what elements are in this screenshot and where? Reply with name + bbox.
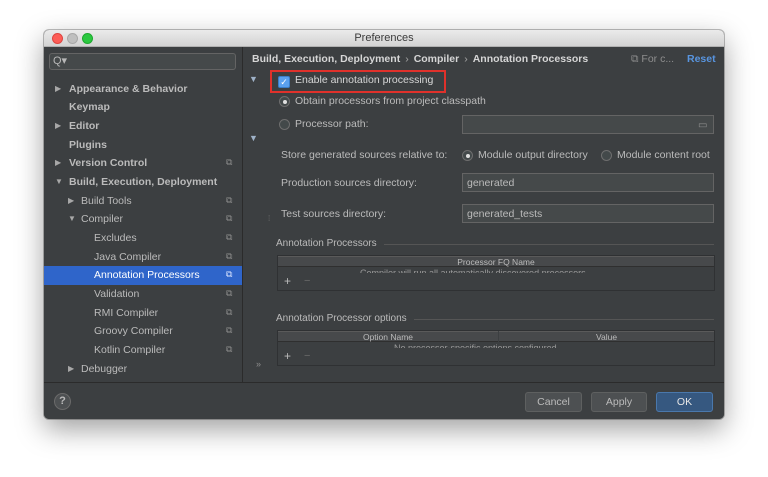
section-divider: [384, 244, 714, 245]
sidebar-item-appearance[interactable]: ▶ Appearance & Behavior: [44, 80, 242, 99]
cancel-button[interactable]: Cancel: [525, 392, 582, 412]
chevron-down-icon: ▼: [68, 214, 76, 223]
store-generated-label: Store generated sources relative to:: [281, 149, 448, 161]
project-icon: ⧉: [226, 325, 233, 335]
chevron-right-icon: ▶: [68, 364, 75, 373]
chevron-right-icon: ▶: [55, 121, 62, 130]
double-chevron-right-icon[interactable]: »: [256, 359, 261, 369]
reset-link[interactable]: Reset: [687, 53, 716, 65]
sidebar-item-excludes[interactable]: Excludes ⧉: [44, 229, 242, 248]
sidebar-item-groovy-compiler[interactable]: Groovy Compiler ⧉: [44, 322, 242, 341]
sidebar-item-rmi-compiler[interactable]: RMI Compiler ⧉: [44, 304, 242, 323]
search-icon: Q▾: [53, 55, 68, 67]
breadcrumb: Build, Execution, Deployment › Compiler › An…: [252, 53, 588, 65]
project-icon: ⧉: [226, 195, 233, 205]
chevron-right-icon: ▶: [68, 196, 75, 205]
section-divider: [414, 319, 714, 320]
project-icon: ⧉: [226, 251, 233, 261]
module-output-radio[interactable]: [462, 150, 473, 161]
project-icon: ⧉: [226, 213, 233, 223]
processor-path-label: Processor path:: [295, 118, 369, 130]
chevron-right-icon: ▶: [55, 158, 62, 167]
for-current-project: ⧉ For c...: [631, 53, 675, 65]
project-icon: ⧉: [226, 288, 233, 298]
breadcrumb-item: Compiler: [413, 53, 460, 65]
chevron-down-icon: ▼: [55, 177, 63, 186]
search-input[interactable]: Q▾: [49, 53, 236, 70]
processor-fq-name-column[interactable]: Processor FQ Name: [278, 256, 714, 267]
project-icon: ⧉: [226, 232, 233, 242]
remove-option-button[interactable]: −: [304, 350, 310, 362]
drag-handle-icon: ⁞: [268, 214, 271, 223]
production-sources-input[interactable]: generated: [462, 173, 714, 192]
obtain-from-classpath-radio[interactable]: [279, 96, 290, 107]
sidebar-item-annotation-processors[interactable]: Annotation Processors ⧉: [44, 266, 242, 285]
help-button[interactable]: ?: [54, 393, 71, 410]
sidebar-item-java-compiler[interactable]: Java Compiler ⧉: [44, 248, 242, 267]
preferences-window: Preferences Q▾ ▶ Appearance & Behavior K…: [44, 30, 724, 419]
processor-path-field[interactable]: [462, 115, 714, 134]
project-icon: ⧉: [226, 307, 233, 317]
sidebar-item-debugger[interactable]: ▶ Debugger: [44, 360, 242, 379]
sidebar-item-editor[interactable]: ▶ Editor: [44, 117, 242, 136]
module-output-label: Module output directory: [478, 149, 588, 161]
obtain-from-classpath-label: Obtain processors from project classpath: [295, 95, 486, 107]
fold-down-icon[interactable]: ▼: [249, 74, 258, 84]
add-option-button[interactable]: +: [284, 349, 291, 363]
breadcrumb-item: Annotation Processors: [472, 53, 589, 65]
chevron-right-icon: ▶: [55, 84, 62, 93]
option-name-column[interactable]: Option Name: [278, 331, 498, 342]
project-icon: ⧉: [226, 344, 233, 354]
project-icon: ⧉: [631, 53, 642, 65]
project-icon: ⧉: [226, 157, 233, 167]
fold-down-icon[interactable]: ▼: [249, 133, 258, 143]
dialog-button-bar: ? Cancel Apply OK: [44, 382, 724, 419]
breadcrumb-item: Build, Execution, Deployment: [252, 53, 401, 65]
enable-annotation-processing-checkbox[interactable]: ✓: [278, 76, 290, 88]
test-sources-label: Test sources directory:: [281, 208, 387, 220]
project-icon: ⧉: [226, 269, 233, 279]
test-sources-input[interactable]: generated_tests: [462, 204, 714, 223]
window-title: Preferences: [354, 32, 414, 44]
sidebar-item-build-execution[interactable]: ▼ Build, Execution, Deployment: [44, 173, 242, 192]
sidebar-item-compiler[interactable]: ▼ Compiler ⧉: [44, 210, 242, 229]
sidebar-item-kotlin-compiler[interactable]: Kotlin Compiler ⧉: [44, 341, 242, 360]
enable-annotation-processing-label: Enable annotation processing: [295, 74, 434, 86]
annotation-processors-heading: Annotation Processors: [276, 238, 377, 249]
remove-processor-button[interactable]: −: [304, 275, 310, 287]
sidebar-item-build-tools[interactable]: ▶ Build Tools ⧉: [44, 192, 242, 211]
options-empty-text: No processor-specific options configured: [394, 343, 557, 348]
fold-gutter: [243, 47, 265, 382]
processor-path-radio[interactable]: [279, 119, 290, 130]
breadcrumb-separator-icon: ›: [464, 53, 468, 65]
breadcrumb-separator-icon: ›: [405, 53, 409, 65]
sidebar-item-version-control[interactable]: ▶ Version Control ⧉: [44, 154, 242, 173]
title-bar: Preferences: [44, 30, 724, 47]
value-column[interactable]: Value: [499, 331, 714, 342]
sidebar-item-validation[interactable]: Validation ⧉: [44, 285, 242, 304]
processor-options-heading: Annotation Processor options: [276, 313, 407, 324]
ok-button[interactable]: OK: [656, 392, 713, 412]
processors-empty-text: Compiler will run all automatically disc…: [360, 268, 586, 273]
module-content-radio[interactable]: [601, 150, 612, 161]
apply-button[interactable]: Apply: [591, 392, 647, 412]
add-processor-button[interactable]: +: [284, 274, 291, 288]
folder-icon[interactable]: ▭: [698, 120, 707, 131]
module-content-label: Module content root: [617, 149, 710, 161]
production-sources-label: Production sources directory:: [281, 177, 417, 189]
sidebar-item-keymap[interactable]: Keymap: [44, 98, 242, 117]
sidebar-item-plugins[interactable]: Plugins: [44, 136, 242, 155]
